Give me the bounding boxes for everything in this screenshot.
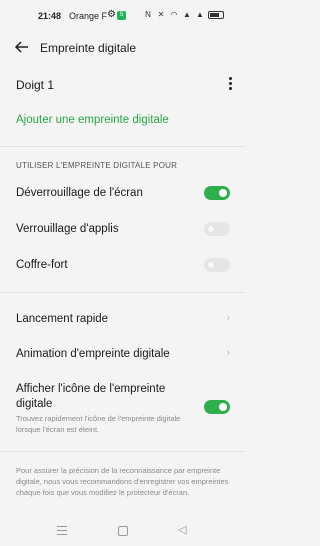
wifi-icon: ◠: [170, 10, 178, 19]
show-icon-toggle[interactable]: [204, 400, 230, 414]
divider: [0, 146, 246, 147]
recent-apps-icon[interactable]: [57, 526, 67, 538]
back-arrow-icon[interactable]: [14, 39, 30, 55]
show-icon-label-line2: digitale: [16, 398, 53, 410]
more-options-icon[interactable]: [226, 76, 234, 92]
show-icon-label: Afficher l'icône de l'empreinte digitale: [16, 382, 230, 412]
divider: [0, 451, 246, 452]
toggle-knob: [207, 261, 215, 269]
signal-icon-2: ▲: [196, 10, 204, 19]
section-title: UTILISER L'EMPREINTE DIGITALE POUR: [16, 161, 178, 170]
add-fingerprint-link[interactable]: Ajouter une empreinte digitale: [16, 114, 230, 126]
status-carrier: Orange F: [69, 11, 108, 21]
chevron-right-icon: ›: [226, 347, 230, 359]
nav-back-icon[interactable]: ◁: [178, 523, 186, 536]
setting-vault-label: Coffre-fort: [16, 259, 68, 271]
vault-toggle[interactable]: [204, 258, 230, 272]
mute-icon: ✕: [157, 10, 165, 19]
show-icon-description: Trouvez rapidement l'icône de l'empreint…: [16, 414, 181, 434]
fingerprint-item[interactable]: Doigt 1: [16, 78, 230, 92]
app-lock-toggle[interactable]: [204, 222, 230, 236]
toggle-knob: [207, 225, 215, 233]
status-time: 21:48: [38, 11, 62, 21]
page-title: Empreinte digitale: [40, 41, 137, 55]
toggle-knob: [219, 403, 227, 411]
navigation-bar: ◁: [0, 516, 246, 546]
quick-launch-item[interactable]: Lancement rapide: [16, 313, 230, 325]
show-icon-label-line1: Afficher l'icône de l'empreinte: [16, 383, 166, 395]
setting-screen-unlock-label: Déverrouillage de l'écran: [16, 187, 143, 199]
signal-icon: ▲: [183, 10, 191, 19]
status-bar: 21:48 Orange F ⚙ S N ✕ ◠ ▲ ▲: [0, 0, 246, 30]
settings-gear-icon: ⚙: [107, 9, 116, 20]
home-icon[interactable]: [118, 526, 128, 536]
header: Empreinte digitale: [0, 36, 246, 60]
fingerprint-animation-item[interactable]: Animation d'empreinte digitale: [16, 348, 230, 360]
chevron-right-icon: ›: [226, 312, 230, 324]
status-icons: N ✕ ◠ ▲ ▲: [143, 10, 224, 19]
setting-app-lock-label: Verrouillage d'applis: [16, 223, 119, 235]
toggle-knob: [219, 189, 227, 197]
app-notification-icon: S: [117, 11, 126, 20]
footer-note: Pour assurer la précision de la reconnai…: [16, 466, 229, 497]
divider: [0, 292, 246, 293]
nfc-icon: N: [145, 10, 151, 19]
screen-unlock-toggle[interactable]: [204, 186, 230, 200]
battery-icon: [208, 10, 224, 19]
